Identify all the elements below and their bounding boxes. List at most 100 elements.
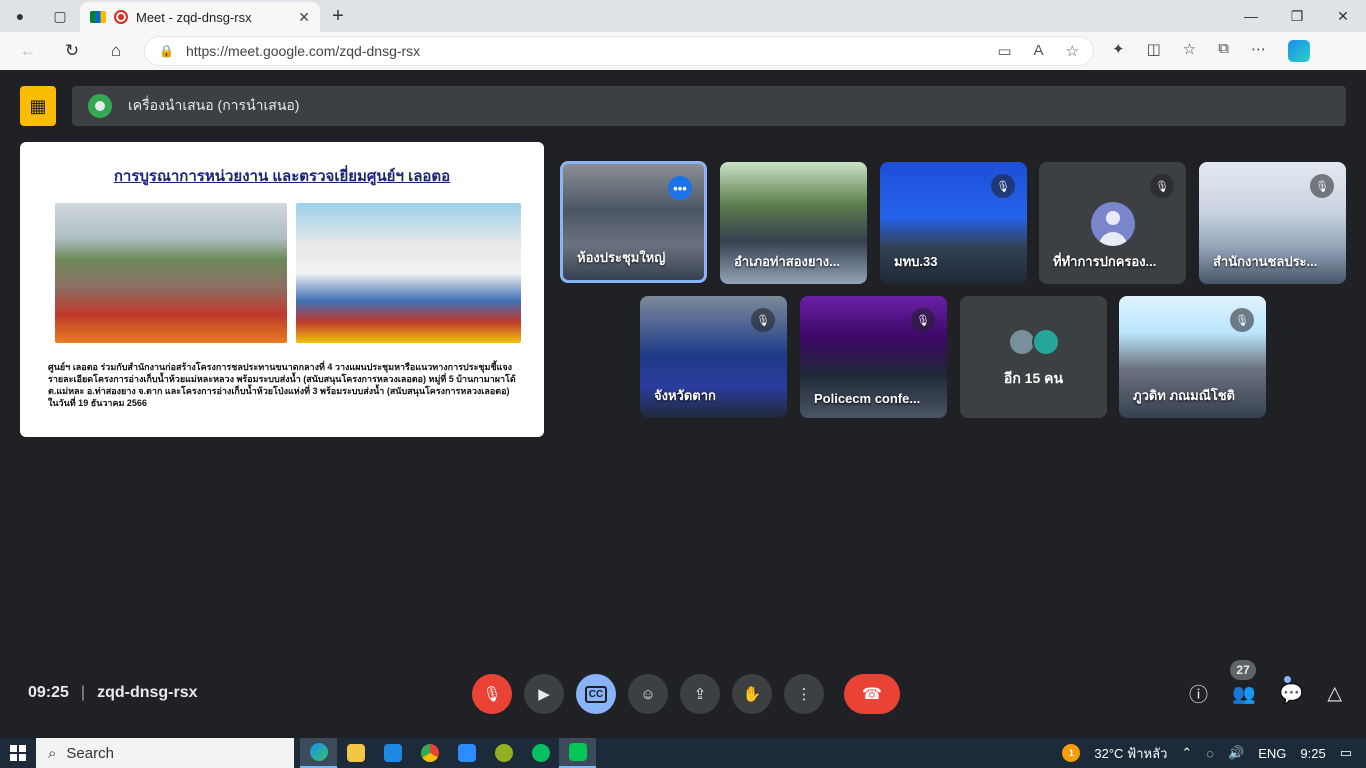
back-arrow-icon[interactable]: ← bbox=[6, 41, 50, 61]
profile-icon[interactable]: ● bbox=[0, 0, 40, 32]
mic-off-icon: 🎙 bbox=[911, 308, 935, 332]
participant-name: Policecm confe... bbox=[814, 391, 921, 406]
meeting-controls-bar: 09:25 | zqd-dnsg-rsx 🎙 ▶ CC ☺ ⇪ ✋ ⋮ ☎ 27… bbox=[4, 660, 1362, 728]
mail-icon[interactable] bbox=[374, 738, 411, 768]
leave-call-button[interactable]: ☎ bbox=[844, 674, 900, 714]
mic-off-icon: 🎙 bbox=[751, 308, 775, 332]
zoom-icon[interactable] bbox=[448, 738, 485, 768]
taskbar-search[interactable]: ⌕ Search bbox=[36, 738, 294, 768]
slide-photo-meeting bbox=[55, 203, 287, 343]
participant-name: ภูวดิท ภณมณีโชติ bbox=[1133, 388, 1236, 403]
meeting-details-icon[interactable]: ⓘ bbox=[1189, 680, 1208, 707]
participant-name: ที่ทำการปกครอง... bbox=[1053, 254, 1157, 269]
present-screen-button[interactable]: ⇪ bbox=[680, 674, 720, 714]
browser-tab-bar: ● ▢ Meet - zqd-dnsg-rsx ✕ + — ❐ ✕ bbox=[0, 0, 1366, 32]
tab-close-icon[interactable]: ✕ bbox=[298, 9, 310, 26]
webex-icon[interactable] bbox=[522, 738, 559, 768]
participant-tile[interactable]: 🎙 ภูวดิท ภณมณีโชติ bbox=[1119, 296, 1266, 418]
new-tab-button[interactable]: + bbox=[320, 5, 356, 28]
participant-tile[interactable]: อำเภอท่าสองยาง... bbox=[720, 162, 867, 284]
participant-name: มทบ.33 bbox=[894, 254, 938, 269]
language-indicator[interactable]: ENG bbox=[1258, 746, 1286, 761]
window-controls: — ❐ ✕ bbox=[1228, 8, 1366, 25]
tab-title: Meet - zqd-dnsg-rsx bbox=[136, 9, 252, 25]
more-options-button[interactable]: ⋮ bbox=[784, 674, 824, 714]
emoji-reaction-button[interactable]: ☺ bbox=[628, 674, 668, 714]
read-aloud-icon[interactable]: A bbox=[1034, 42, 1044, 60]
others-tile[interactable]: อีก 15 คน bbox=[960, 296, 1107, 418]
qgis-icon[interactable] bbox=[485, 738, 522, 768]
presenter-label: เครื่องนำเสนอ (การนำเสนอ) bbox=[128, 97, 300, 113]
meeting-time: 09:25 bbox=[28, 684, 69, 701]
captions-button[interactable]: CC bbox=[576, 674, 616, 714]
speaker-icon[interactable]: 🔊 bbox=[1228, 745, 1244, 761]
participant-name: อำเภอท่าสองยาง... bbox=[734, 254, 840, 269]
network-icon[interactable]: ◌ bbox=[1206, 746, 1214, 761]
more-options-icon[interactable]: ••• bbox=[668, 176, 692, 200]
separator: | bbox=[80, 684, 86, 701]
weather-text[interactable]: 32°C ฟ้าหลัว bbox=[1094, 743, 1167, 764]
tab-actions-icon[interactable]: ▢ bbox=[40, 0, 80, 32]
split-screen-icon[interactable]: ◫ bbox=[1147, 40, 1161, 62]
minimize-button[interactable]: — bbox=[1228, 8, 1274, 25]
show-hidden-icons[interactable]: ⌃ bbox=[1181, 745, 1192, 761]
presentation-icon[interactable]: ▦ bbox=[20, 86, 56, 126]
participant-name: สำนักงานชลประ... bbox=[1213, 254, 1318, 269]
participant-name: จังหวัดตาก bbox=[654, 388, 716, 403]
windows-taskbar: ⌕ Search 1 32°C ฟ้าหลัว ⌃ ◌ 🔊 ENG 9:25 ▭ bbox=[0, 738, 1366, 768]
slide-body-text: ศูนย์ฯ เลอตอ ร่วมกับสำนักงานก่อสร้างโครง… bbox=[48, 362, 516, 408]
favorite-star-icon[interactable]: ☆ bbox=[1066, 42, 1079, 60]
participant-tile[interactable]: ••• ห้องประชุมใหญ่ bbox=[560, 161, 707, 283]
raise-hand-button[interactable]: ✋ bbox=[732, 674, 772, 714]
chrome-icon[interactable] bbox=[411, 738, 448, 768]
maximize-button[interactable]: ❐ bbox=[1274, 8, 1320, 25]
meet-logo-icon bbox=[90, 11, 106, 23]
mic-off-icon: 🎙 bbox=[1310, 174, 1334, 198]
others-avatars bbox=[1007, 328, 1060, 356]
favorites-icon[interactable]: ☆ bbox=[1183, 40, 1196, 62]
people-icon[interactable]: 👥 bbox=[1232, 682, 1256, 706]
participant-tile[interactable]: 🎙 จังหวัดตาก bbox=[640, 296, 787, 418]
lock-icon[interactable]: 🔒 bbox=[159, 44, 174, 58]
line-app-icon[interactable] bbox=[559, 738, 596, 768]
participant-tile[interactable]: 🎙 Policecm confe... bbox=[800, 296, 947, 418]
notifications-icon[interactable]: ▭ bbox=[1340, 745, 1352, 761]
participant-count-badge: 27 bbox=[1230, 660, 1256, 680]
search-label: Search bbox=[66, 744, 114, 762]
activities-icon[interactable]: △ bbox=[1327, 682, 1342, 705]
url-text: https://meet.google.com/zqd-dnsg-rsx bbox=[185, 43, 421, 59]
camera-toggle-button[interactable]: ▶ bbox=[524, 674, 564, 714]
presenter-bar[interactable]: เครื่องนำเสนอ (การนำเสนอ) bbox=[72, 86, 1346, 126]
mic-off-icon: 🎙 bbox=[1230, 308, 1254, 332]
camera-in-use-icon[interactable]: ▭ bbox=[997, 42, 1011, 60]
chat-icon[interactable]: 💬 bbox=[1280, 682, 1304, 706]
taskbar-clock[interactable]: 9:25 bbox=[1300, 746, 1325, 761]
participant-tile[interactable]: 🎙 มทบ.33 bbox=[880, 162, 1027, 284]
mic-off-icon: 🎙 bbox=[1150, 174, 1174, 198]
extensions-icon[interactable]: ✦ bbox=[1112, 40, 1125, 62]
menu-dots-icon[interactable]: ⋯ bbox=[1251, 40, 1266, 62]
browser-tab-meet[interactable]: Meet - zqd-dnsg-rsx ✕ bbox=[80, 2, 320, 32]
edge-app-icon[interactable] bbox=[300, 738, 337, 768]
url-field[interactable]: 🔒 https://meet.google.com/zqd-dnsg-rsx ▭… bbox=[144, 36, 1094, 66]
presenter-avatar bbox=[88, 94, 112, 118]
mic-toggle-button[interactable]: 🎙 bbox=[472, 674, 512, 714]
file-explorer-icon[interactable] bbox=[337, 738, 374, 768]
start-button[interactable] bbox=[0, 745, 36, 761]
search-icon: ⌕ bbox=[48, 744, 57, 762]
participant-tile[interactable]: 🎙 ที่ทำการปกครอง... bbox=[1039, 162, 1186, 284]
collections-icon[interactable]: ⧉ bbox=[1218, 40, 1229, 62]
mic-off-icon: 🎙 bbox=[991, 174, 1015, 198]
meet-window: ▦ เครื่องนำเสนอ (การนำเสนอ) การบูรณาการห… bbox=[4, 70, 1362, 734]
home-icon[interactable]: ⌂ bbox=[94, 41, 138, 61]
participant-tile[interactable]: 🎙 สำนักงานชลประ... bbox=[1199, 162, 1346, 284]
slide-title: การบูรณาการหน่วยงาน และตรวจเยี่ยมศูนย์ฯ … bbox=[113, 168, 451, 185]
reload-icon[interactable]: ↻ bbox=[50, 41, 94, 61]
others-count-label: อีก 15 คน bbox=[1003, 370, 1064, 386]
copilot-icon[interactable] bbox=[1287, 40, 1310, 62]
close-window-button[interactable]: ✕ bbox=[1320, 8, 1366, 25]
weather-icon[interactable]: 1 bbox=[1062, 744, 1081, 762]
captions-icon: CC bbox=[584, 685, 608, 703]
presentation-slide: การบูรณาการหน่วยงาน และตรวจเยี่ยมศูนย์ฯ … bbox=[20, 142, 544, 437]
avatar bbox=[1090, 202, 1135, 246]
